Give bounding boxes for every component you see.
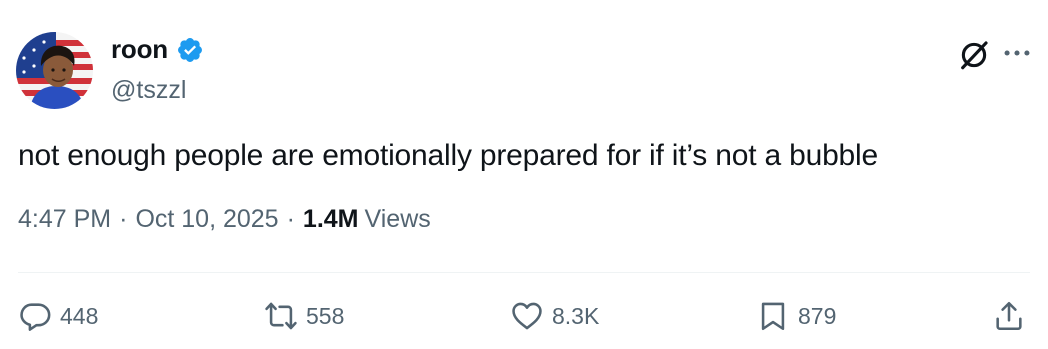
reply-icon [20, 303, 51, 331]
display-name[interactable]: roon [111, 34, 168, 65]
like-count: 8.3K [552, 302, 600, 329]
verified-badge-icon[interactable] [176, 36, 204, 64]
retweet-count: 558 [306, 302, 345, 329]
bookmark-button[interactable]: 879 [756, 299, 836, 333]
views-count: 1.4M [302, 205, 359, 233]
tweet-card: roon @tszzl not enough people are emotio… [0, 0, 1048, 349]
like-button[interactable]: 8.3K [510, 299, 599, 333]
avatar-image [16, 32, 93, 109]
grok-icon[interactable] [957, 38, 991, 72]
views-label: Views [364, 205, 431, 233]
share-button[interactable] [992, 299, 1026, 333]
divider [18, 272, 1030, 273]
retweet-button[interactable]: 558 [264, 299, 344, 333]
avatar[interactable] [16, 32, 93, 109]
reply-count: 448 [60, 302, 99, 329]
share-icon [996, 301, 1022, 331]
author-name-row: roon [111, 34, 204, 65]
bookmark-count: 879 [798, 302, 837, 329]
retweet-icon [265, 302, 297, 330]
meta-separator: · [119, 205, 128, 233]
reply-button[interactable]: 448 [18, 299, 98, 333]
tweet-time[interactable]: 4:47 PM [18, 205, 111, 234]
tweet-meta: 4:47 PM · Oct 10, 2025 · 1.4M Views [18, 205, 431, 234]
more-icon[interactable] [1000, 36, 1034, 70]
like-icon [512, 302, 542, 330]
bookmark-icon [761, 302, 785, 331]
tweet-date[interactable]: Oct 10, 2025 [135, 205, 278, 234]
author-handle[interactable]: @tszzl [111, 76, 186, 105]
tweet-text: not enough people are emotionally prepar… [18, 139, 878, 172]
meta-separator: · [286, 205, 295, 233]
